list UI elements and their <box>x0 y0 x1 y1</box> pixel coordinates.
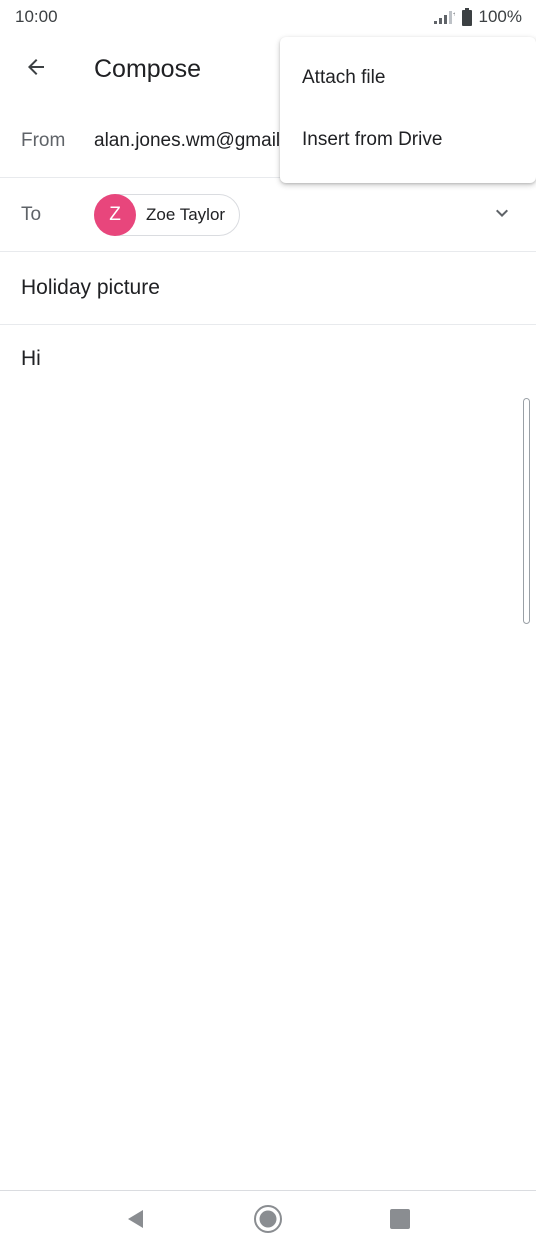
recipient-name: Zoe Taylor <box>146 204 226 224</box>
nav-home-button[interactable] <box>246 1200 290 1244</box>
status-indicators: + 100% <box>433 7 522 27</box>
menu-item-insert-from-drive[interactable]: Insert from Drive <box>280 109 536 171</box>
recipient-chip[interactable]: Z Zoe Taylor <box>94 193 241 236</box>
nav-recents-icon <box>389 1208 411 1235</box>
chevron-down-icon <box>490 201 514 230</box>
to-label: To <box>21 203 42 225</box>
nav-back-icon <box>125 1208 147 1235</box>
compose-screen: 10:00 + 100% <box>0 0 536 1252</box>
nav-back-button[interactable] <box>114 1200 158 1244</box>
to-row[interactable]: To Z Zoe Taylor <box>0 178 536 252</box>
svg-text:+: + <box>452 11 455 18</box>
from-label: From <box>21 129 66 151</box>
body-area[interactable]: Hi <box>0 325 536 1190</box>
nav-home-icon <box>253 1204 283 1239</box>
battery-percent: 100% <box>478 7 522 26</box>
nav-recents-button[interactable] <box>378 1200 422 1244</box>
signal-icon: + <box>433 9 457 25</box>
scrollbar[interactable] <box>523 398 530 624</box>
back-button[interactable] <box>12 45 60 93</box>
status-time: 10:00 <box>15 7 58 26</box>
body-field[interactable]: Hi <box>21 347 41 370</box>
subject-row[interactable]: Holiday picture <box>0 252 536 325</box>
back-arrow-icon <box>24 55 48 84</box>
overflow-menu: Attach file Insert from Drive <box>280 37 536 183</box>
avatar: Z <box>94 193 136 236</box>
battery-icon <box>461 8 473 26</box>
expand-recipients-button[interactable] <box>490 203 514 227</box>
page-title: Compose <box>94 54 201 83</box>
system-nav-bar <box>0 1190 536 1252</box>
subject-field[interactable]: Holiday picture <box>21 276 160 300</box>
status-bar: 10:00 + 100% <box>0 0 536 34</box>
menu-item-attach-file[interactable]: Attach file <box>280 47 536 109</box>
